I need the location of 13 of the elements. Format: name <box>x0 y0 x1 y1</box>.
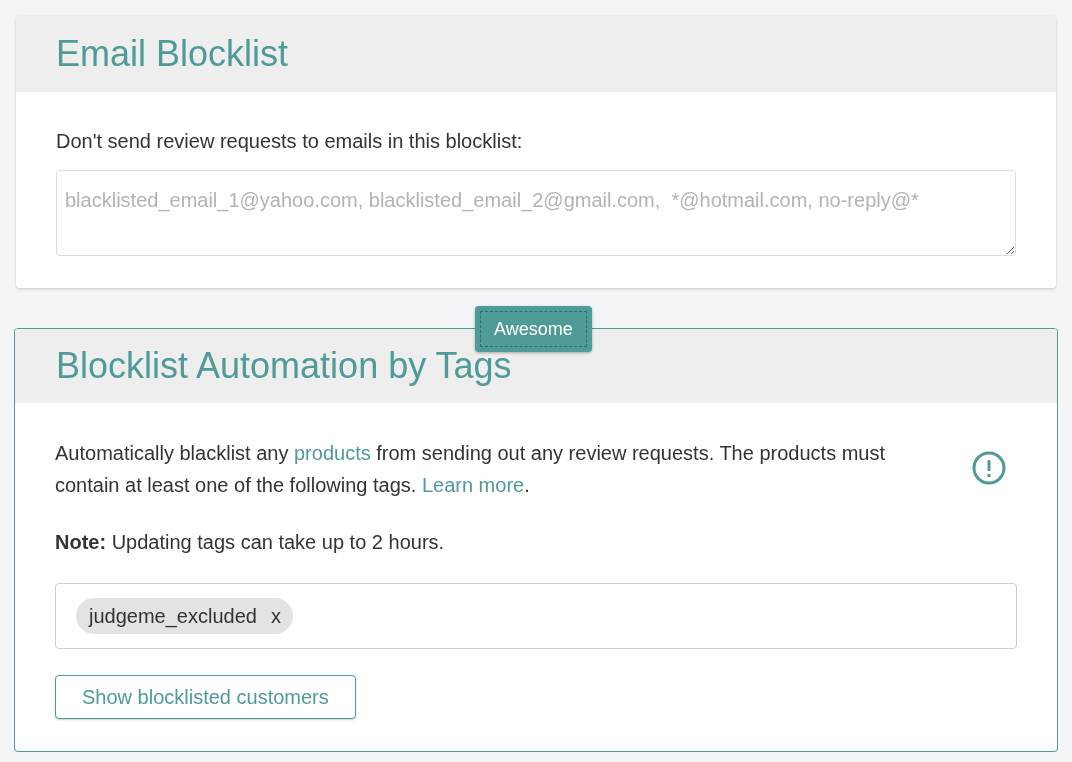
tag-input-field[interactable]: judgeme_excluded x <box>55 583 1017 649</box>
show-customers-button[interactable]: Show blocklisted customers <box>55 675 356 719</box>
link[interactable]: Learn more <box>421 474 525 496</box>
link[interactable]: products <box>294 442 371 464</box>
note-text: Note: Updating tags can take up to 2 hours. <box>55 530 446 555</box>
email-input-field[interactable]: blacklisted_email_1@yahoo.com, blacklisted_email_2@gmail.com, *@hotmail.com, no-reply@* <box>56 170 1016 256</box>
field-label: Don't send review requests to emails in this blocklist: <box>56 129 524 154</box>
info-icon <box>972 451 1006 485</box>
section-title: Email Blocklist <box>56 32 289 76</box>
remove-tag-button[interactable]: x <box>264 601 287 631</box>
tooltip: Awesome <box>475 306 592 352</box>
description-text: Automatically blacklist any products from sending out any review requests. The products must contain at least one of the following tags. Learn more. <box>55 441 887 498</box>
tag-label: judgeme_excluded <box>89 604 257 630</box>
